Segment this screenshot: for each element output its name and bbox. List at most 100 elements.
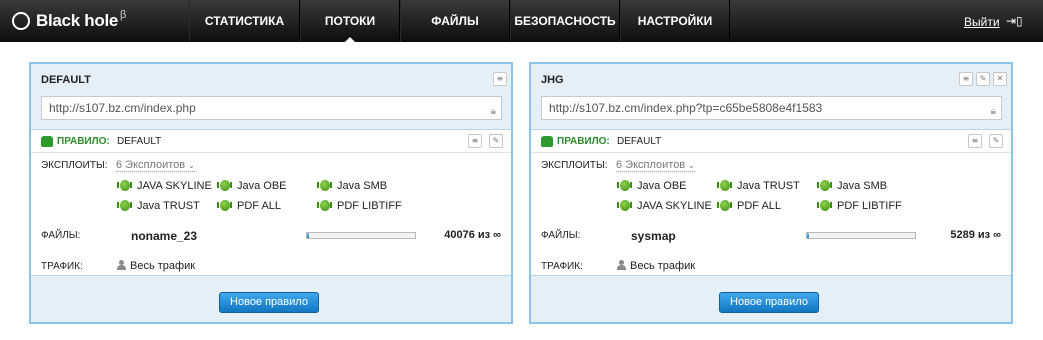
exploit-label: JAVA SKYLINE [137,179,212,192]
notes-icon: ≡ [496,74,504,83]
files-label: ФАЙЛЫ: [41,230,81,241]
notes-icon: ≡ [962,74,970,83]
bug-icon [317,178,332,193]
exploit-item: PDF ALL [717,198,781,213]
stream-title: JHG [541,74,564,86]
exploit-count-dropdown[interactable]: 6 Эксплоитов ⌄ [616,159,695,172]
rule-value: DEFAULT [617,136,662,147]
logo-ring-icon [12,12,30,30]
exploit-item: Java TRUST [117,198,200,213]
notes-icon: ≡ [971,136,979,145]
bug-icon [117,198,132,213]
exploit-item: JAVA SKYLINE [117,178,212,193]
new-rule-button[interactable]: Новое правило [219,292,319,313]
exploit-label: Java SMB [837,179,888,192]
exploit-count-dropdown[interactable]: 6 Эксплоитов ⌄ [116,159,195,172]
lock-icon: 🔒︎ [990,106,996,117]
chevron-down-icon: ⌄ [188,161,195,170]
exploit-count-text: 6 Эксплоитов [116,159,186,171]
load-count: 5289 из ∞ [950,229,1001,241]
rule-label: ПРАВИЛО: [557,136,610,147]
wrench-icon: ✎ [492,136,500,145]
rule-bar: ПРАВИЛО: DEFAULT ≡ ✎ [31,131,511,153]
rule-bar: ПРАВИЛО: DEFAULT ≡ ✎ [531,131,1011,153]
file-name: noname_23 [131,229,198,243]
progress-fill [807,233,810,238]
wrench-button[interactable]: ✎ [976,72,990,86]
close-icon: ✕ [996,74,1004,83]
bug-icon [717,198,732,213]
app-logo[interactable]: Black hole β [12,9,127,31]
exploit-label: PDF ALL [737,199,782,212]
rule-notes-button[interactable]: ≡ [468,134,482,148]
traffic-label: ТРАФИК: [41,261,83,272]
exploits-label: ЭКСПЛОИТЫ: [541,160,608,171]
rule-label: ПРАВИЛО: [57,136,110,147]
exploit-item: Java SMB [817,178,887,193]
notes-icon: ≡ [471,136,479,145]
stream-url-value: http://s107.bz.cm/index.php [49,101,196,115]
lock-icon: 🔒︎ [490,106,496,117]
exploit-label: JAVA SKYLINE [637,199,712,212]
bug-icon [317,198,332,213]
bug-icon [717,178,732,193]
stream-panel: DEFAULT ≡ http://s107.bz.cm/index.php 🔒︎… [29,62,513,324]
nav-item-files[interactable]: ФАЙЛЫ [400,0,510,42]
top-navigation-bar: Black hole β СТАТИСТИКА ПОТОКИ ФАЙЛЫ БЕЗ… [0,0,1043,42]
notes-button[interactable]: ≡ [493,72,507,86]
nav-item-streams[interactable]: ПОТОКИ [300,0,400,42]
logout-icon[interactable]: ⇥▯ [1006,14,1023,28]
stream-header: DEFAULT ≡ http://s107.bz.cm/index.php 🔒︎ [31,64,511,130]
stream-url-field[interactable]: http://s107.bz.cm/index.php 🔒︎ [41,96,502,120]
beta-badge: β [120,9,127,21]
bug-icon [217,198,232,213]
exploits-label: ЭКСПЛОИТЫ: [41,160,108,171]
load-progress-bar [306,232,416,239]
nav-item-security[interactable]: БЕЗОПАСНОСТЬ [510,0,620,42]
exploit-label: Java TRUST [137,199,200,212]
rule-notes-button[interactable]: ≡ [968,134,982,148]
exploit-item: PDF ALL [217,198,281,213]
bug-icon [817,178,832,193]
exploit-label: Java OBE [637,179,687,192]
user-icon [117,260,127,270]
rule-actions: ≡ ✎ [968,134,1003,148]
traffic-value: Весь трафик [130,260,196,272]
exploit-label: Java TRUST [737,179,800,192]
stream-title: DEFAULT [41,74,91,86]
bug-icon [617,198,632,213]
rule-edit-button[interactable]: ✎ [989,134,1003,148]
rule-icon [541,136,553,147]
stream-header-actions: ≡ ✎ ✕ [959,72,1007,86]
bug-icon [817,198,832,213]
stream-header: JHG ≡ ✎ ✕ http://s107.bz.cm/index.php?tp=c… [531,64,1011,130]
stream-url-field[interactable]: http://s107.bz.cm/index.php?tp=c65be5808… [541,96,1002,120]
exploit-item: JAVA SKYLINE [617,198,712,213]
traffic-value: Весь трафик [630,260,696,272]
bug-icon [617,178,632,193]
exploit-label: PDF LIBTIFF [337,199,402,212]
rule-edit-button[interactable]: ✎ [489,134,503,148]
new-rule-button[interactable]: Новое правило [719,292,819,313]
stream-url-value: http://s107.bz.cm/index.php?tp=c65be5808… [549,101,823,115]
exploit-count-text: 6 Эксплоитов [616,159,686,171]
rule-actions: ≡ ✎ [468,134,503,148]
exploit-item: PDF LIBTIFF [317,198,402,213]
stream-footer: Новое правило [531,275,1011,322]
close-button[interactable]: ✕ [993,72,1007,86]
load-progress-bar [806,232,916,239]
exploit-item: Java TRUST [717,178,800,193]
exploit-label: PDF ALL [237,199,282,212]
exploit-item: Java OBE [617,178,687,193]
exploit-label: Java SMB [337,179,388,192]
nav-item-settings[interactable]: НАСТРОЙКИ [620,0,730,42]
rule-value: DEFAULT [117,136,162,147]
wrench-icon: ✎ [979,74,987,83]
bug-icon [117,178,132,193]
bug-icon [217,178,232,193]
wrench-icon: ✎ [992,136,1000,145]
nav-item-statistics[interactable]: СТАТИСТИКА [189,0,300,42]
stream-footer: Новое правило [31,275,511,322]
logout-link[interactable]: Выйти [964,15,1000,29]
notes-button[interactable]: ≡ [959,72,973,86]
